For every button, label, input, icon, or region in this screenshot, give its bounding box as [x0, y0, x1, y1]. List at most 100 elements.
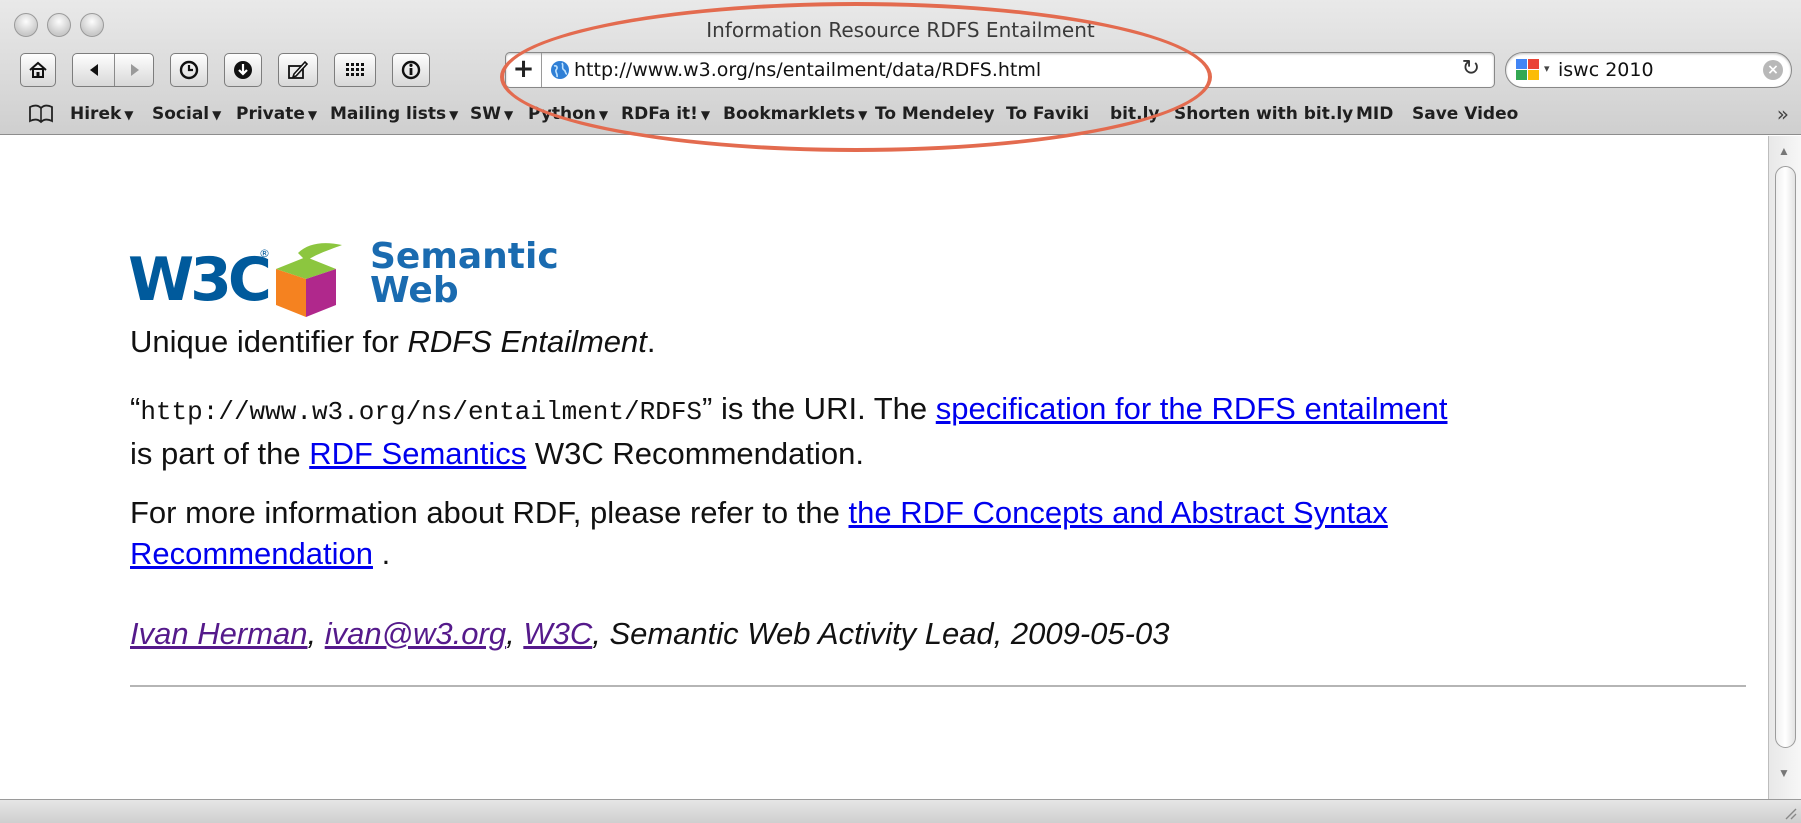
vertical-scrollbar[interactable]: ▲ ▼: [1768, 136, 1801, 799]
bookmark-label: Hirek: [70, 104, 122, 124]
globe-icon: [551, 61, 569, 79]
google-icon: [1516, 59, 1539, 80]
chevron-down-icon: ▼: [124, 108, 134, 122]
wordmark-line1: Semantic: [370, 236, 559, 277]
window-title: Information Resource RDFS Entailment: [706, 18, 1095, 42]
bookmark-item[interactable]: Python ▼: [528, 104, 608, 124]
entailment-uri: http://www.w3.org/ns/entailment/RDFS: [140, 397, 703, 427]
footer-separator: ,: [307, 616, 325, 651]
rdf-semantics-link[interactable]: RDF Semantics: [309, 436, 526, 471]
rdfs-entailment-spec-link[interactable]: specification for the RDFS entailment: [936, 391, 1448, 426]
open-quote: “: [130, 391, 141, 426]
p1-text: Unique identifier for: [130, 324, 408, 359]
scroll-down-arrow-icon[interactable]: ▼: [1778, 766, 1790, 780]
paragraph-identifier: Unique identifier for RDFS Entailment.: [130, 321, 1750, 362]
grid-icon: [346, 63, 364, 76]
p2-suffix: W3C Recommendation.: [526, 436, 864, 471]
bookmark-label: Private: [236, 104, 305, 124]
author-email-link[interactable]: ivan@w3.org: [325, 616, 506, 651]
browser-chrome: Information Resource RDFS Entailment + h…: [0, 0, 1801, 135]
reading-list-book-icon[interactable]: [28, 104, 54, 124]
page-content: W3C ® Semantic Web Unique identifier for…: [0, 136, 1768, 799]
bookmark-item[interactable]: Social ▼: [152, 104, 221, 124]
info-icon: [401, 60, 421, 80]
downloads-icon: [234, 61, 252, 79]
footer-separator: ,: [506, 616, 524, 651]
semantic-web-cube-icon: [276, 243, 342, 317]
p3-suffix: .: [372, 536, 391, 571]
bookmark-item[interactable]: MID: [1356, 104, 1393, 124]
bookmark-item[interactable]: SW ▼: [470, 104, 513, 124]
chevron-down-icon: ▼: [307, 108, 318, 122]
bookmark-label: To Mendeley: [875, 104, 995, 124]
chevron-down-icon: ▼: [504, 108, 514, 122]
bookmark-item[interactable]: Shorten with bit.ly: [1174, 104, 1353, 124]
bookmark-label: RDFa it!: [621, 104, 698, 124]
home-button[interactable]: [20, 53, 56, 87]
toolbar: + http://www.w3.org/ns/entailment/data/R…: [0, 50, 1801, 94]
bookmark-item[interactable]: Bookmarklets ▼: [723, 104, 867, 124]
bookmark-label: Mailing lists: [330, 104, 447, 124]
search-engine-chevron-icon[interactable]: ▾: [1544, 62, 1550, 75]
downloads-button[interactable]: [224, 53, 262, 87]
edit-button[interactable]: [278, 53, 318, 87]
chevron-down-icon: ▼: [449, 108, 459, 122]
bookmark-label: Social: [152, 104, 210, 124]
url-input[interactable]: http://www.w3.org/ns/entailment/data/RDF…: [574, 59, 1041, 81]
chevron-down-icon: ▼: [598, 108, 609, 122]
more-bookmarks-icon[interactable]: »: [1777, 102, 1789, 126]
bookmark-label: Save Video: [1412, 104, 1519, 124]
bookmark-item[interactable]: bit.ly: [1110, 104, 1160, 124]
w3c-logo-text: W3C: [128, 245, 269, 315]
clear-search-icon[interactable]: ×: [1763, 60, 1783, 80]
scroll-up-arrow-icon[interactable]: ▲: [1778, 144, 1790, 158]
address-bar[interactable]: + http://www.w3.org/ns/entailment/data/R…: [505, 52, 1495, 88]
bookmarks-bar: Hirek ▼ Social ▼ Private ▼ Mailing lists ▼ SW ▼ Py…: [0, 100, 1801, 132]
bookmark-label: SW: [470, 104, 501, 124]
scrollbar-thumb[interactable]: [1775, 166, 1796, 748]
author-link[interactable]: Ivan Herman: [130, 616, 307, 651]
home-icon: [29, 61, 47, 78]
p1-emphasis: RDFS Entailment: [407, 324, 647, 359]
reload-icon[interactable]: ↻: [1462, 56, 1480, 81]
status-bar: [0, 799, 1801, 823]
bookmark-label: To Faviki: [1006, 104, 1090, 124]
chevron-down-icon: ▼: [858, 108, 868, 122]
search-field[interactable]: ▾ iswc 2010 ×: [1505, 52, 1792, 88]
top-sites-button[interactable]: [334, 53, 376, 87]
bookmark-item[interactable]: RDFa it! ▼: [621, 104, 710, 124]
bookmark-item[interactable]: Mailing lists ▼: [330, 104, 458, 124]
bookmark-label: bit.ly: [1110, 104, 1160, 124]
back-forward-control: [72, 53, 154, 87]
forward-icon: [131, 64, 139, 76]
p2-text-2: is part of the: [130, 436, 310, 471]
semantic-web-wordmark: Semantic Web: [370, 236, 559, 311]
wordmark-line2: Web: [370, 270, 459, 311]
bookmark-label: MID: [1356, 104, 1394, 124]
resize-grip-icon[interactable]: [1781, 804, 1797, 820]
bookmark-label: Shorten with bit.ly: [1174, 104, 1354, 124]
bookmark-item[interactable]: Private ▼: [236, 104, 317, 124]
edit-icon: [288, 60, 309, 79]
p1-period: .: [646, 324, 656, 359]
close-quote: ”: [702, 391, 713, 426]
bookmark-item[interactable]: Hirek ▼: [70, 104, 134, 124]
chevron-down-icon: ▼: [212, 108, 222, 122]
w3c-semantic-web-logo[interactable]: W3C ®: [128, 239, 368, 319]
history-button[interactable]: [170, 53, 208, 87]
add-bookmark-button[interactable]: +: [506, 53, 542, 87]
p3-text: For more information about RDF, please r…: [130, 495, 849, 530]
back-button[interactable]: [73, 54, 114, 86]
info-button[interactable]: [392, 53, 430, 87]
forward-button[interactable]: [115, 54, 155, 86]
w3c-link[interactable]: W3C: [523, 616, 592, 651]
bookmark-item[interactable]: To Mendeley: [875, 104, 995, 124]
title-bar: Information Resource RDFS Entailment: [0, 0, 1801, 42]
history-icon: [179, 60, 199, 80]
search-input[interactable]: iswc 2010: [1558, 59, 1654, 81]
back-icon: [89, 64, 98, 76]
paragraph-more-info: For more information about RDF, please r…: [130, 492, 1570, 574]
bookmark-item[interactable]: Save Video: [1412, 104, 1518, 124]
bookmark-label: Bookmarklets: [723, 104, 856, 124]
bookmark-item[interactable]: To Faviki: [1006, 104, 1089, 124]
